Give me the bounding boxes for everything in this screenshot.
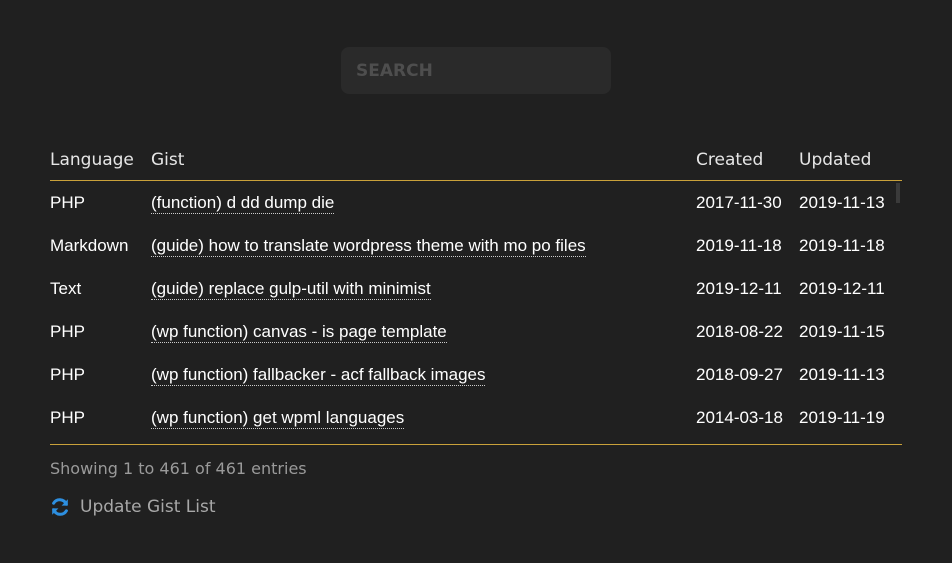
- cell-language: Markdown: [50, 236, 129, 255]
- update-gist-list-button[interactable]: Update Gist List: [50, 497, 216, 517]
- gist-link[interactable]: (wp function) get wpml languages: [151, 408, 405, 429]
- table-row: PHP (wp function) get wpml languages 201…: [50, 396, 902, 439]
- table-header: Language Gist Created Updated: [50, 140, 902, 181]
- table-row: Text (guide) replace gulp-util with mini…: [50, 267, 902, 310]
- search-container: [341, 47, 611, 94]
- cell-created: 2018-09-27: [696, 365, 783, 384]
- gist-link[interactable]: (wp function) fallbacker - acf fallback …: [151, 365, 486, 386]
- refresh-icon: [52, 498, 68, 516]
- table-row: PHP (wp function) fallbacker - acf fallb…: [50, 353, 902, 396]
- search-input[interactable]: [341, 47, 611, 94]
- table-row: PHP (wp function) canvas - is page templ…: [50, 310, 902, 353]
- header-updated[interactable]: Updated: [799, 150, 871, 170]
- cell-created: 2014-03-18: [696, 408, 783, 427]
- update-button-label: Update Gist List: [80, 497, 216, 517]
- cell-created: 2019-12-11: [696, 279, 782, 298]
- cell-language: PHP: [50, 408, 85, 427]
- header-created[interactable]: Created: [696, 150, 763, 170]
- cell-updated: 2019-11-13: [799, 193, 885, 212]
- cell-updated: 2019-11-13: [799, 365, 885, 384]
- cell-updated: 2019-11-19: [799, 408, 885, 427]
- cell-language: PHP: [50, 193, 85, 212]
- table-row: Markdown (guide) how to translate wordpr…: [50, 224, 902, 267]
- gist-link[interactable]: (wp function) canvas - is page template: [151, 322, 447, 343]
- table-body[interactable]: PHP (function) d dd dump die 2017-11-30 …: [50, 181, 902, 445]
- header-gist[interactable]: Gist: [151, 150, 184, 170]
- cell-created: 2017-11-30: [696, 193, 782, 212]
- header-language[interactable]: Language: [50, 150, 134, 170]
- cell-created: 2019-11-18: [696, 236, 782, 255]
- gist-link[interactable]: (function) d dd dump die: [151, 193, 335, 214]
- cell-language: PHP: [50, 322, 85, 341]
- cell-language: PHP: [50, 365, 85, 384]
- cell-language: Text: [50, 279, 82, 298]
- gist-link[interactable]: (guide) replace gulp-util with minimist: [151, 279, 431, 300]
- cell-updated: 2019-12-11: [799, 279, 885, 298]
- cell-updated: 2019-11-15: [799, 322, 885, 341]
- cell-updated: 2019-11-18: [799, 236, 885, 255]
- gist-link[interactable]: (guide) how to translate wordpress theme…: [151, 236, 586, 257]
- table-row: PHP (function) d dd dump die 2017-11-30 …: [50, 181, 902, 224]
- gist-table: Language Gist Created Updated PHP (funct…: [50, 140, 902, 445]
- table-info: Showing 1 to 461 of 461 entries: [50, 459, 307, 478]
- cell-created: 2018-08-22: [696, 322, 783, 341]
